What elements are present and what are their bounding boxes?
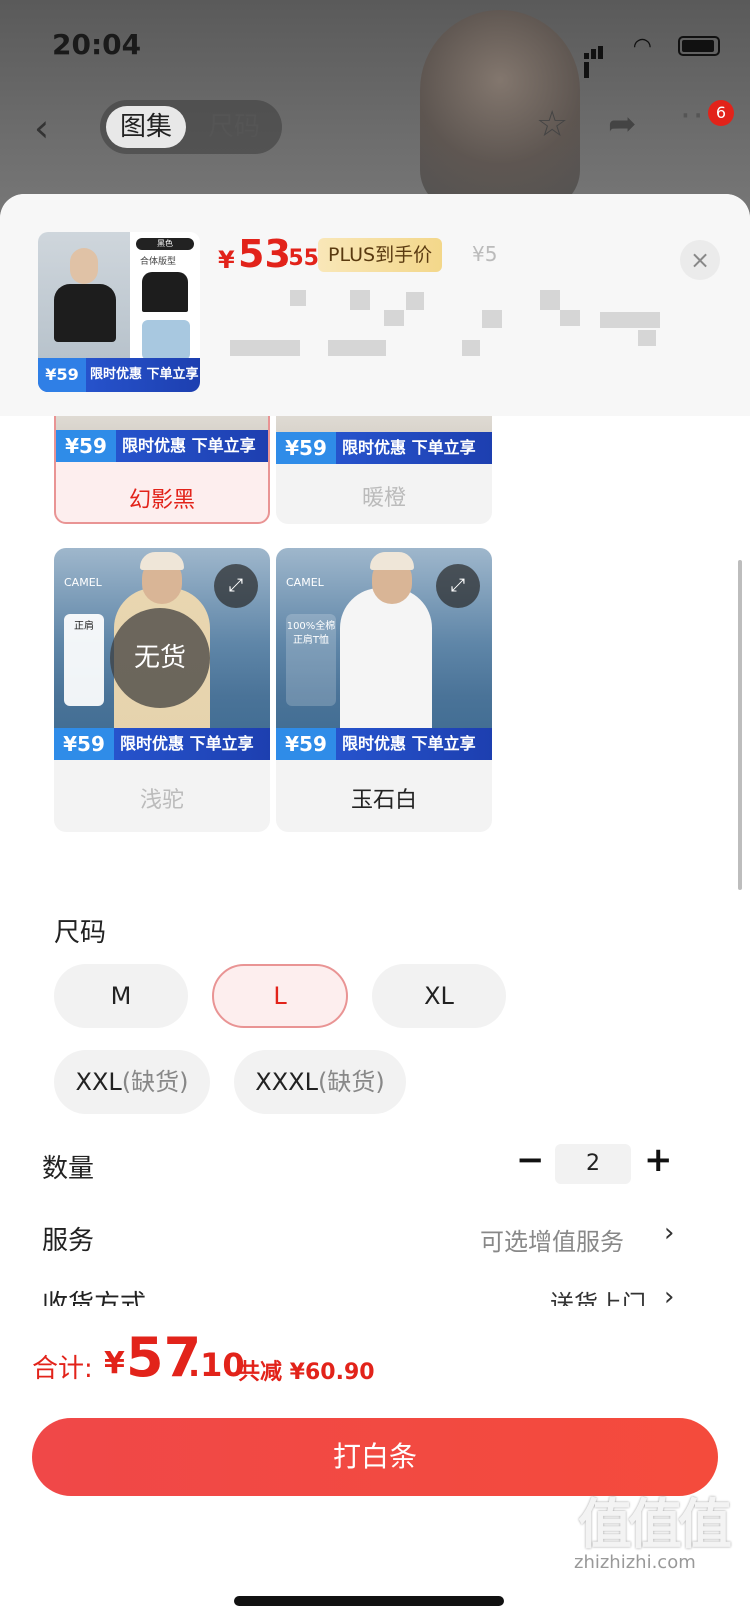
size-section-title: 尺码 xyxy=(54,918,107,948)
out-of-stock-label: (缺货) xyxy=(317,1068,385,1096)
signal-icon xyxy=(584,40,610,78)
promo-text: 限时优惠 下单立享 xyxy=(342,438,476,457)
wifi-icon: ◠ xyxy=(632,34,652,59)
color-option-light-camel[interactable]: CAMEL 正肩 无货 ⤢ ¥59 限时优惠 下单立享 浅驼 xyxy=(54,548,270,832)
chevron-right-icon: › xyxy=(664,1218,675,1248)
checkout-footer: 合计: ¥ 57 .10 共减 ¥60.90 打白条 值值值 zhizhizhi… xyxy=(0,1306,750,1624)
thumbnail-promo-bar: ¥59 限时优惠 下单立享 xyxy=(38,358,200,392)
expand-image-icon[interactable]: ⤢ xyxy=(436,564,480,608)
size-option-xl[interactable]: XL xyxy=(372,964,506,1028)
size-option-m[interactable]: M xyxy=(54,964,188,1028)
sold-out-overlay: 无货 xyxy=(110,608,210,708)
total-label: 合计: xyxy=(32,1354,93,1384)
feature-tag: 100%全棉 正肩T恤 xyxy=(286,614,336,706)
status-bar: 20:04 ◠ xyxy=(0,28,750,78)
promo-price: ¥59 xyxy=(276,728,336,760)
favorite-star-icon[interactable]: ☆ xyxy=(536,104,568,145)
product-nav-bar: ‹ 图集 尺码 ☆ ➦ ··· 6 xyxy=(0,96,750,156)
color-option-phantom-black[interactable]: ¥59 限时优惠 下单立享 幻影黑 xyxy=(54,398,270,524)
size-option-xxxl[interactable]: XXXL(缺货) xyxy=(234,1050,406,1114)
promo-text: 限时优惠 下单立享 xyxy=(342,734,476,753)
sheet-header: 黑色 合体版型 ¥59 限时优惠 下单立享 ¥ 53 .55 PLUS到手价 ¥… xyxy=(0,194,750,416)
thumbnail-detail-image xyxy=(142,320,190,360)
promo-price: ¥59 xyxy=(276,432,336,464)
color-option-label: 浅驼 xyxy=(139,788,184,813)
color-option-promo-bar: ¥59 限时优惠 下单立享 xyxy=(276,432,492,464)
color-option-label: 暖橙 xyxy=(361,486,406,511)
promo-price: ¥59 xyxy=(56,430,116,462)
price-decimal: .55 xyxy=(280,246,319,271)
tab-size[interactable]: 尺码 xyxy=(194,106,274,148)
quantity-label: 数量 xyxy=(42,1154,95,1184)
brand-logo: CAMEL xyxy=(286,576,324,589)
tab-gallery[interactable]: 图集 xyxy=(106,106,187,148)
out-of-stock-label: (缺货) xyxy=(121,1068,189,1096)
back-arrow-icon[interactable]: ‹ xyxy=(34,106,49,150)
feature-tag: 正肩 xyxy=(64,614,104,706)
quantity-input[interactable]: 2 xyxy=(555,1144,631,1184)
thumbnail-fit-text: 合体版型 xyxy=(140,257,177,267)
scrollbar[interactable] xyxy=(738,560,742,890)
service-label: 服务 xyxy=(42,1226,95,1256)
thumbnail-promo-text: 限时优惠 下单立享 xyxy=(90,367,199,382)
promo-text: 限时优惠 下单立享 xyxy=(122,436,256,455)
share-icon[interactable]: ➦ xyxy=(608,104,637,144)
plus-price-tag: PLUS到手价 xyxy=(318,238,443,272)
size-option-l[interactable]: L xyxy=(212,964,348,1028)
original-price: ¥5 xyxy=(472,242,498,266)
color-option-jade-white[interactable]: CAMEL 100%全棉 正肩T恤 ⤢ ¥59 限时优惠 下单立享 玉石白 xyxy=(276,548,492,832)
cart-badge: 6 xyxy=(708,100,734,126)
price-symbol: ¥ xyxy=(218,246,235,274)
home-indicator xyxy=(234,1596,504,1606)
watermark-text: 值值值 xyxy=(578,1493,732,1556)
brand-logo: CAMEL xyxy=(64,576,102,589)
watermark-url: zhizhizhi.com xyxy=(574,1552,696,1573)
color-option-warm-orange[interactable]: ¥59 限时优惠 下单立享 暖橙 xyxy=(276,398,492,524)
service-value: 可选增值服务 xyxy=(480,1228,624,1256)
size-option-label: XXXL xyxy=(255,1068,318,1096)
promo-text: 限时优惠 下单立享 xyxy=(120,734,254,753)
promo-price: ¥59 xyxy=(54,728,114,760)
thumbnail-color-tag: 黑色 xyxy=(136,238,194,250)
total-decimal: .10 xyxy=(188,1346,245,1384)
battery-icon xyxy=(678,36,720,56)
expand-image-icon[interactable]: ⤢ xyxy=(214,564,258,608)
thumbnail-promo-price: ¥59 xyxy=(38,358,86,392)
color-option-promo-bar: ¥59 限时优惠 下单立享 xyxy=(276,728,492,760)
color-option-promo-bar: ¥59 限时优惠 下单立享 xyxy=(54,728,270,760)
close-icon[interactable]: × xyxy=(680,240,720,280)
status-time: 20:04 xyxy=(52,28,142,61)
color-option-label: 玉石白 xyxy=(350,788,417,813)
size-option-xxl[interactable]: XXL(缺货) xyxy=(54,1050,210,1114)
size-option-label: XXL xyxy=(75,1068,122,1096)
quantity-increase-button[interactable]: + xyxy=(644,1140,673,1180)
gallery-tabs: 图集 尺码 xyxy=(100,100,282,154)
pixelated-selection-summary xyxy=(220,290,680,390)
product-thumbnail[interactable]: 黑色 合体版型 ¥59 限时优惠 下单立享 xyxy=(38,232,200,392)
color-option-promo-bar: ¥59 限时优惠 下单立享 xyxy=(56,430,268,462)
thumbnail-model-image xyxy=(38,232,130,358)
total-discount: 共减 ¥60.90 xyxy=(238,1360,375,1385)
total-symbol: ¥ xyxy=(104,1346,125,1381)
quantity-decrease-button[interactable]: − xyxy=(516,1140,545,1180)
color-option-label: 幻影黑 xyxy=(128,488,195,513)
thumbnail-shirt-image xyxy=(142,272,188,312)
watermark-logo: 值值值 zhizhizhi.com xyxy=(572,1480,742,1580)
